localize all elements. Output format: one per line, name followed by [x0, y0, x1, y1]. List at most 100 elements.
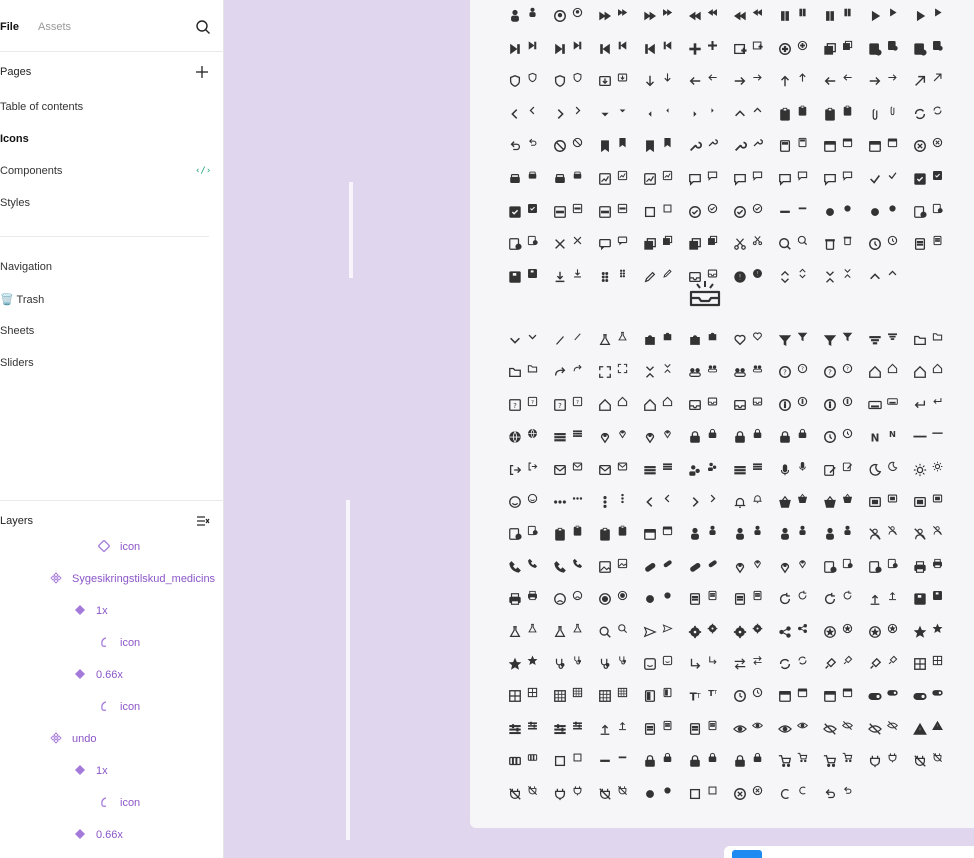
unfold-icon[interactable]	[797, 268, 808, 279]
square-icon[interactable]	[553, 754, 567, 768]
puzzle-icon[interactable]	[707, 331, 718, 342]
pause-icon[interactable]	[778, 9, 792, 23]
folder-icon[interactable]	[527, 363, 538, 374]
play-icon[interactable]	[887, 7, 898, 18]
group-icon[interactable]	[688, 365, 702, 379]
sticker-icon[interactable]	[643, 657, 657, 671]
person-icon[interactable]	[527, 7, 538, 18]
menu-icon[interactable]	[733, 463, 747, 477]
receipt-add-icon[interactable]	[913, 42, 927, 56]
chevron-right-icon[interactable]	[707, 493, 718, 504]
help-icon[interactable]: ?	[778, 365, 792, 379]
zoom-icon[interactable]	[778, 237, 792, 251]
syringe-icon[interactable]	[887, 655, 898, 666]
lock-icon[interactable]	[707, 428, 718, 439]
minus-box-icon[interactable]	[553, 205, 567, 219]
wrench-icon[interactable]	[688, 139, 702, 153]
chat-icon[interactable]	[823, 172, 837, 186]
mail-icon[interactable]	[617, 461, 628, 472]
return-icon[interactable]	[932, 396, 943, 407]
clipboard-icon[interactable]	[598, 527, 612, 541]
undo-icon[interactable]	[508, 139, 522, 153]
rewind-icon[interactable]	[733, 9, 747, 23]
clipboard-icon[interactable]	[617, 525, 628, 537]
upload-icon[interactable]	[598, 722, 612, 736]
check-circle-icon[interactable]	[707, 203, 718, 214]
home-icon[interactable]	[662, 396, 673, 407]
shield-check-icon[interactable]	[527, 72, 538, 83]
warning-icon[interactable]	[913, 722, 927, 736]
download-icon[interactable]	[553, 270, 567, 284]
lock-icon[interactable]	[688, 754, 702, 768]
user-off-icon[interactable]	[868, 527, 882, 541]
pill-icon[interactable]	[707, 558, 718, 569]
info-icon[interactable]	[797, 396, 808, 407]
lock-icon[interactable]	[752, 428, 763, 439]
caret-up-icon[interactable]	[868, 270, 882, 284]
lock-icon[interactable]	[733, 754, 747, 768]
cancel-icon[interactable]	[913, 139, 927, 153]
subdirectory-icon[interactable]	[688, 657, 702, 671]
page-item-sliders[interactable]: Sliders	[0, 353, 215, 375]
table-icon[interactable]	[508, 689, 522, 703]
help-box-icon[interactable]: ?	[508, 398, 522, 412]
bookmark-icon[interactable]	[643, 139, 657, 153]
scissors-icon[interactable]	[752, 235, 763, 246]
skip-next-icon[interactable]	[572, 40, 583, 51]
settings-icon[interactable]	[688, 625, 702, 639]
person-icon[interactable]	[842, 525, 853, 536]
arrow-right-icon[interactable]	[733, 74, 747, 88]
star-icon[interactable]	[527, 655, 538, 666]
circle-icon[interactable]	[662, 785, 673, 796]
screen-icon[interactable]	[932, 493, 943, 504]
arrow-right-icon[interactable]	[868, 74, 882, 88]
block-icon[interactable]	[572, 137, 583, 148]
filter-icon[interactable]	[797, 331, 808, 342]
car-icon[interactable]	[527, 170, 538, 181]
layer-list-icon[interactable]	[196, 514, 210, 528]
help-icon[interactable]: ?	[797, 363, 808, 374]
calendar-icon[interactable]	[643, 527, 657, 541]
inbox-icon[interactable]	[707, 268, 718, 279]
chevron-left-icon[interactable]	[643, 495, 657, 509]
home-icon[interactable]	[868, 365, 882, 379]
phone-icon[interactable]	[508, 560, 522, 574]
toggle-icon[interactable]	[887, 687, 898, 698]
receipt-icon[interactable]	[508, 237, 522, 251]
arrow-left-icon[interactable]	[688, 74, 702, 88]
scissors-icon[interactable]	[733, 237, 747, 251]
canvas[interactable]: ???????? N N T T T T	[224, 0, 974, 858]
calendar-add-icon[interactable]	[752, 40, 763, 51]
pill-icon[interactable]	[688, 560, 702, 574]
sync-icon[interactable]	[932, 105, 943, 116]
smile-icon[interactable]	[527, 493, 538, 504]
cart-icon[interactable]	[842, 752, 853, 763]
trash-icon[interactable]	[842, 235, 853, 246]
receipt-icon[interactable]	[932, 203, 943, 214]
minus-box-icon[interactable]	[617, 203, 628, 214]
calendar-icon[interactable]	[868, 139, 882, 153]
fast-forward-icon[interactable]	[598, 9, 612, 23]
pencil-icon[interactable]	[662, 268, 673, 279]
settings-icon[interactable]	[707, 623, 718, 634]
mail-icon[interactable]	[598, 463, 612, 477]
eye-off-icon[interactable]	[823, 722, 837, 736]
plug-off-icon[interactable]	[508, 787, 522, 801]
document-icon[interactable]	[707, 720, 718, 731]
history-icon[interactable]	[868, 237, 882, 251]
receipt-add-icon[interactable]	[868, 42, 882, 56]
lock-icon[interactable]	[688, 430, 702, 444]
arrow-up-icon[interactable]	[778, 74, 792, 88]
chevron-right-icon[interactable]	[553, 107, 567, 121]
pin-icon[interactable]	[733, 560, 747, 574]
grid-icon[interactable]	[598, 689, 612, 703]
folder-icon[interactable]	[913, 333, 927, 347]
square-icon[interactable]	[707, 785, 718, 796]
play-icon[interactable]	[932, 7, 943, 18]
mic-icon[interactable]	[778, 463, 792, 477]
shield-check-icon[interactable]	[508, 74, 522, 88]
pause-icon[interactable]	[823, 9, 837, 23]
n-icon[interactable]: N	[887, 428, 898, 439]
download-box-icon[interactable]	[617, 72, 628, 83]
dot-right-icon[interactable]	[707, 105, 718, 116]
